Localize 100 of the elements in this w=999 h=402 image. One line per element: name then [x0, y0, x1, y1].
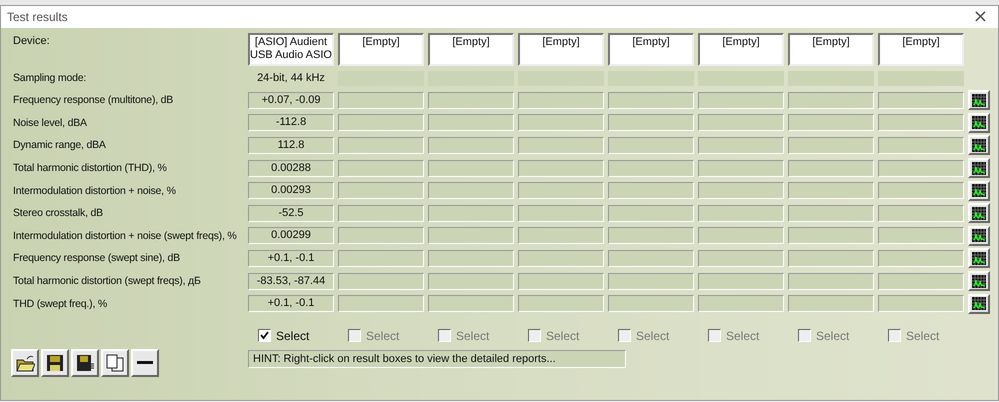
result-cell[interactable]: [608, 182, 694, 200]
chart-button[interactable]: [968, 271, 990, 292]
result-cell[interactable]: [878, 250, 964, 267]
result-cell[interactable]: [608, 136, 694, 154]
result-cell[interactable]: [518, 272, 604, 290]
result-cell[interactable]: [878, 92, 964, 109]
result-cell[interactable]: [428, 182, 514, 200]
device-field[interactable]: [Empty]: [608, 32, 694, 66]
result-cell[interactable]: [338, 92, 424, 109]
result-cell[interactable]: [788, 295, 874, 312]
device-field[interactable]: [Empty]: [878, 32, 964, 66]
result-cell[interactable]: [698, 136, 784, 154]
result-cell[interactable]: -52.5: [248, 204, 334, 222]
result-cell[interactable]: +0.07, -0.09: [248, 92, 334, 109]
result-cell[interactable]: [788, 250, 874, 267]
result-cell[interactable]: [338, 227, 424, 244]
result-cell[interactable]: [788, 114, 874, 132]
result-cell[interactable]: [608, 295, 694, 312]
result-cell[interactable]: [698, 160, 784, 177]
result-cell[interactable]: [338, 204, 424, 222]
result-cell[interactable]: [608, 227, 694, 244]
chart-button[interactable]: [968, 248, 990, 268]
device-field[interactable]: [ASIO] Audient USB Audio ASIO: [248, 32, 334, 66]
chart-button[interactable]: [968, 294, 990, 314]
select-checkbox[interactable]: Select: [248, 328, 334, 343]
result-cell[interactable]: [698, 227, 784, 244]
device-field[interactable]: [Empty]: [518, 32, 604, 66]
result-cell[interactable]: [518, 182, 604, 200]
result-cell[interactable]: [788, 136, 874, 154]
result-cell[interactable]: [878, 227, 964, 244]
result-cell[interactable]: [788, 92, 874, 109]
result-cell[interactable]: [608, 160, 694, 177]
toolbar-button[interactable]: [41, 348, 69, 377]
toolbar-button[interactable]: [11, 348, 39, 377]
result-cell[interactable]: [878, 204, 964, 222]
checkbox[interactable]: [258, 329, 271, 342]
result-cell[interactable]: [428, 295, 514, 312]
result-cell[interactable]: [428, 204, 514, 222]
result-cell[interactable]: [338, 114, 424, 132]
result-cell[interactable]: [698, 272, 784, 290]
result-cell[interactable]: [338, 136, 424, 154]
result-cell[interactable]: [608, 114, 694, 132]
result-cell[interactable]: +0.1, -0.1: [248, 295, 334, 312]
result-cell[interactable]: [608, 204, 694, 222]
result-cell[interactable]: -112.8: [248, 114, 334, 132]
result-cell[interactable]: 0.00288: [248, 160, 334, 177]
close-button[interactable]: ×: [970, 8, 990, 26]
chart-button[interactable]: [968, 112, 990, 133]
result-cell[interactable]: [608, 250, 694, 267]
result-cell[interactable]: [608, 92, 694, 109]
result-cell[interactable]: -83.53, -87.44: [248, 272, 334, 290]
result-cell[interactable]: [428, 114, 514, 132]
result-cell[interactable]: [428, 136, 514, 154]
result-cell[interactable]: [788, 227, 874, 244]
chart-button[interactable]: [968, 158, 990, 178]
result-cell[interactable]: [788, 272, 874, 290]
result-cell[interactable]: +0.1, -0.1: [248, 250, 334, 267]
result-cell[interactable]: [698, 204, 784, 222]
device-field[interactable]: [Empty]: [698, 32, 784, 66]
result-cell[interactable]: [518, 160, 604, 177]
result-cell[interactable]: [428, 92, 514, 109]
result-cell[interactable]: [878, 272, 964, 290]
result-cell[interactable]: [338, 182, 424, 200]
result-cell[interactable]: [878, 114, 964, 132]
chart-button[interactable]: [968, 180, 990, 201]
toolbar-button[interactable]: [131, 348, 159, 377]
result-cell[interactable]: [338, 250, 424, 267]
result-cell[interactable]: [698, 295, 784, 312]
toolbar-button[interactable]: [101, 348, 129, 377]
device-field[interactable]: [Empty]: [788, 32, 874, 66]
result-cell[interactable]: [698, 114, 784, 132]
toolbar-button[interactable]: [71, 348, 99, 377]
result-cell[interactable]: 0.00293: [248, 182, 334, 200]
result-cell[interactable]: [428, 272, 514, 290]
result-cell[interactable]: [878, 160, 964, 177]
result-cell[interactable]: [518, 250, 604, 267]
result-cell[interactable]: [698, 250, 784, 267]
result-cell[interactable]: [788, 182, 874, 200]
result-cell[interactable]: [518, 227, 604, 244]
chart-button[interactable]: [968, 226, 990, 246]
device-field[interactable]: [Empty]: [428, 32, 514, 66]
result-cell[interactable]: [428, 227, 514, 244]
result-cell[interactable]: [428, 250, 514, 267]
device-field[interactable]: [Empty]: [338, 32, 424, 66]
result-cell[interactable]: [428, 160, 514, 177]
result-cell[interactable]: [698, 92, 784, 109]
result-cell[interactable]: [518, 136, 604, 154]
result-cell[interactable]: [518, 204, 604, 222]
result-cell[interactable]: [518, 114, 604, 132]
result-cell[interactable]: [338, 295, 424, 312]
chart-button[interactable]: [968, 135, 990, 156]
result-cell[interactable]: [878, 295, 964, 312]
result-cell[interactable]: [878, 136, 964, 154]
result-cell[interactable]: [518, 295, 604, 312]
result-cell[interactable]: 112.8: [248, 136, 334, 154]
chart-button[interactable]: [968, 203, 990, 224]
result-cell[interactable]: [338, 160, 424, 177]
result-cell[interactable]: 0.00299: [248, 227, 334, 244]
result-cell[interactable]: [878, 182, 964, 200]
result-cell[interactable]: [608, 272, 694, 290]
